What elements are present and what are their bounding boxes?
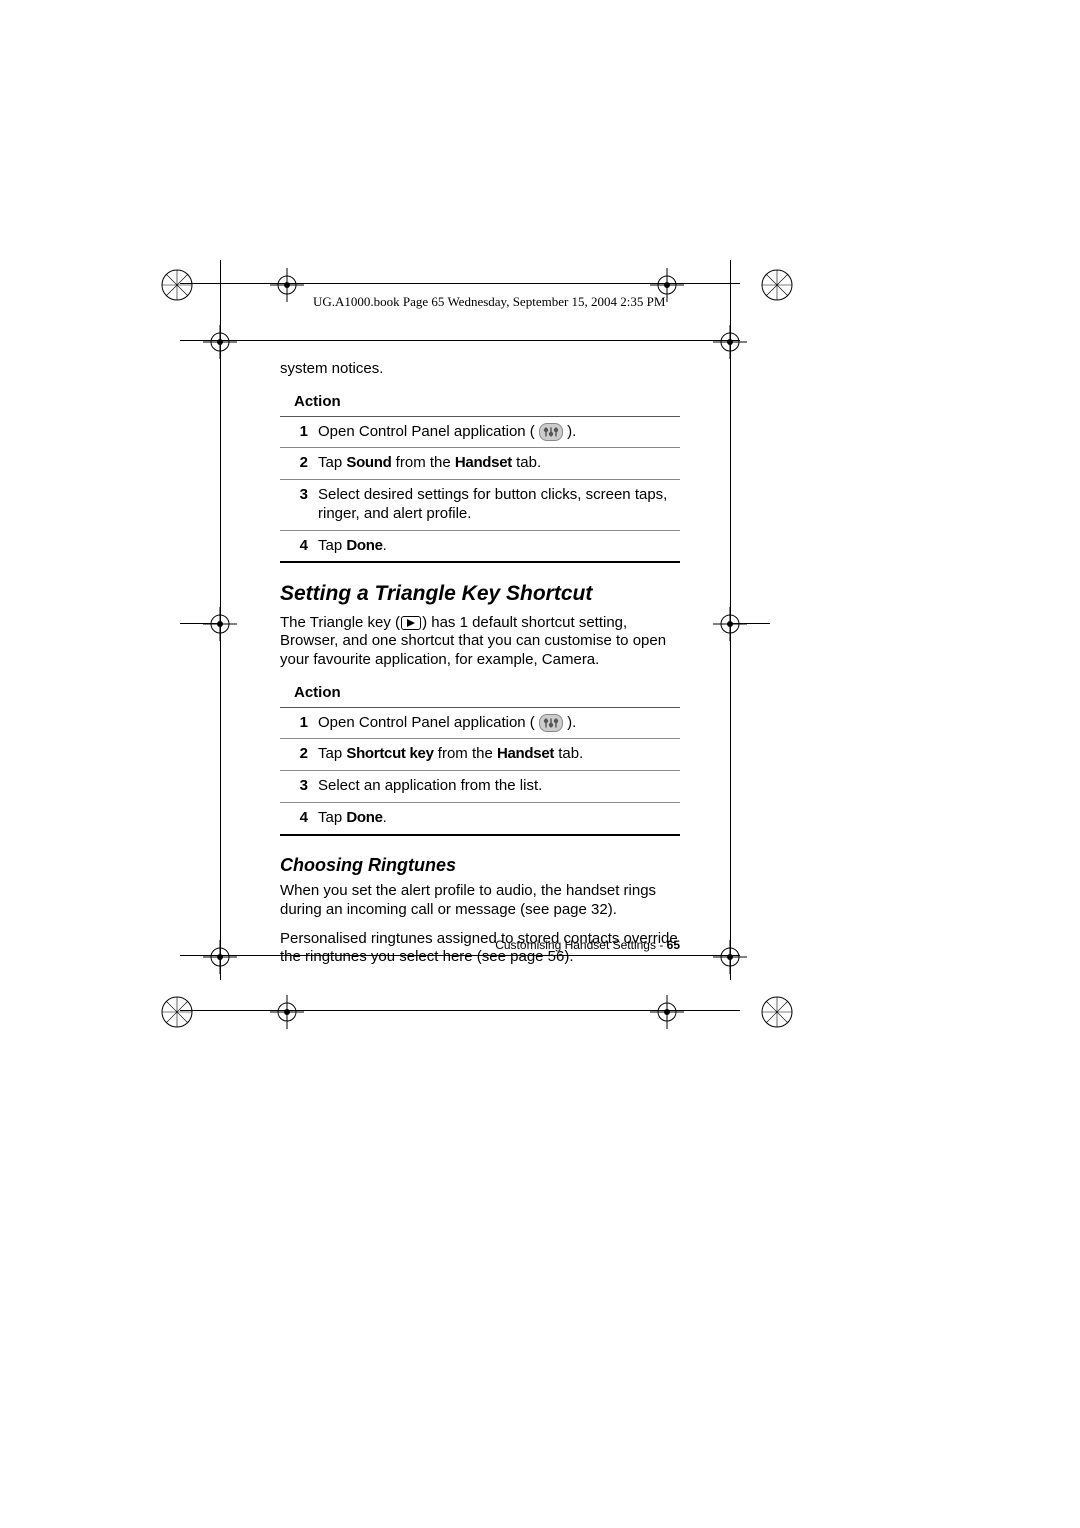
control-panel-icon [539, 714, 563, 732]
text: Tap [318, 454, 346, 471]
step-text: Open Control Panel application ( ). [308, 708, 680, 739]
step-number: 3 [280, 480, 308, 531]
step-number: 4 [280, 802, 308, 833]
footer-label: Customising Handset Settings - [495, 938, 666, 952]
action-table-1: 1 Open Control Panel application ( ). 2 … [280, 417, 680, 562]
text: tab. [554, 745, 583, 762]
text: ). [567, 423, 576, 440]
ringtunes-para-1: When you set the alert profile to audio,… [280, 882, 680, 920]
control-panel-icon [539, 423, 563, 441]
ui-label: Handset [455, 454, 512, 471]
intro-fragment: system notices. [280, 360, 680, 379]
step-number: 2 [280, 448, 308, 480]
step-text: Select desired settings for button click… [308, 480, 680, 531]
ui-label: Handset [497, 745, 554, 762]
step-number: 1 [280, 417, 308, 448]
table-end-rule [280, 561, 680, 563]
table-end-rule [280, 834, 680, 836]
text: Tap [318, 537, 346, 554]
step-text: Select an application from the list. [308, 771, 680, 803]
ui-label: Sound [346, 454, 391, 471]
section-para: The Triangle key () has 1 default shortc… [280, 614, 680, 670]
ui-label: Shortcut key [346, 745, 433, 762]
text: Tap [318, 745, 346, 762]
text: . [383, 809, 387, 826]
step-number: 3 [280, 771, 308, 803]
ui-label: Done [346, 537, 382, 554]
section-title-ringtunes: Choosing Ringtunes [280, 854, 680, 877]
text: Open Control Panel application ( [318, 423, 535, 440]
step-number: 1 [280, 708, 308, 739]
page-header: UG.A1000.book Page 65 Wednesday, Septemb… [313, 294, 665, 310]
action-heading-1: Action [280, 389, 680, 417]
action-table-2: 1 Open Control Panel application ( ). 2 … [280, 708, 680, 834]
ui-label: Done [346, 809, 382, 826]
page-number: 65 [667, 938, 680, 952]
step-number: 2 [280, 739, 308, 771]
triangle-key-icon [401, 616, 421, 630]
page-content: system notices. Action 1 Open Control Pa… [280, 360, 680, 977]
text: . [383, 537, 387, 554]
text: Tap [318, 809, 346, 826]
step-text: Tap Shortcut key from the Handset tab. [308, 739, 680, 771]
step-text: Open Control Panel application ( ). [308, 417, 680, 448]
text: tab. [512, 454, 541, 471]
text: Open Control Panel application ( [318, 714, 535, 731]
step-text: Tap Sound from the Handset tab. [308, 448, 680, 480]
section-title-triangle: Setting a Triangle Key Shortcut [280, 581, 680, 607]
page-footer: Customising Handset Settings - 65 [280, 938, 680, 952]
text: from the [392, 454, 455, 471]
text: ). [567, 714, 576, 731]
text: The Triangle key ( [280, 614, 400, 631]
text: from the [434, 745, 497, 762]
step-text: Tap Done. [308, 802, 680, 833]
step-text: Tap Done. [308, 530, 680, 561]
action-heading-2: Action [280, 680, 680, 708]
step-number: 4 [280, 530, 308, 561]
